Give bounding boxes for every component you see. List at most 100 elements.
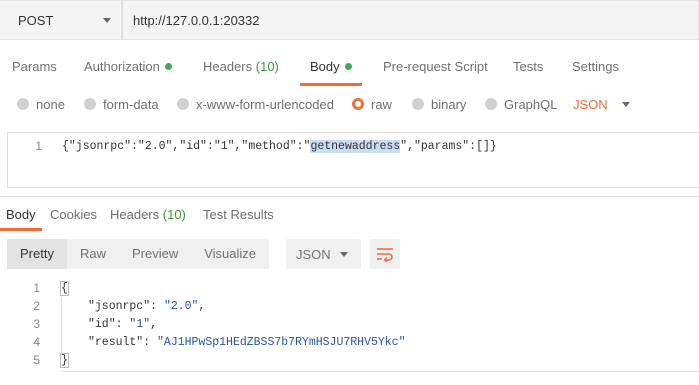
tab-authorization-label: Authorization	[84, 59, 160, 74]
response-tab-test-results[interactable]: Test Results	[203, 207, 274, 222]
url-value: http://127.0.0.1:20332	[133, 12, 260, 28]
radio-selected-icon	[352, 98, 364, 110]
body-format-select[interactable]: JSON	[573, 93, 630, 115]
chevron-down-icon	[621, 101, 630, 107]
code-text: "result": "AJ1HPwSp1HEdZBSS7b7RYmHSJU7RH…	[88, 335, 406, 349]
radio-circle-icon	[412, 98, 424, 110]
status-dot-icon	[164, 63, 172, 70]
line-number: 3	[33, 317, 40, 331]
request-body-editor[interactable]: 1 {"jsonrpc":"2.0","id":"1","method":"ge…	[7, 132, 699, 188]
chevron-down-icon	[340, 251, 348, 257]
radio-none-label: none	[36, 96, 65, 112]
radio-raw[interactable]: raw	[352, 93, 392, 115]
chevron-down-icon	[103, 17, 111, 23]
json-value: "AJ1HPwSp1HEdZBSS7b7RYmHSJU7RHV5Ykc"	[157, 335, 406, 349]
radio-form-data-label: form-data	[103, 96, 159, 112]
radio-raw-label: raw	[371, 96, 392, 112]
url-input[interactable]: http://127.0.0.1:20332	[122, 0, 699, 40]
radio-urlencoded[interactable]: x-www-form-urlencoded	[177, 93, 334, 115]
method-select[interactable]: POST	[0, 0, 122, 40]
pretty-button[interactable]: Pretty	[7, 239, 67, 269]
code-line: 1 {	[0, 279, 69, 297]
json-punct: ,	[150, 317, 158, 331]
json-value: "2.0"	[163, 299, 199, 313]
matched-brace: {	[60, 280, 69, 296]
line-number: 4	[33, 335, 40, 349]
json-value: "1"	[129, 317, 151, 331]
radio-circle-icon	[84, 98, 96, 110]
code-text: "jsonrpc": "2.0",	[88, 299, 206, 313]
wrap-lines-icon	[377, 248, 393, 262]
matched-brace: }	[60, 352, 69, 368]
response-tab-headers-label: Headers	[110, 207, 160, 222]
line-number: 2	[33, 299, 40, 313]
code-text: "id": "1",	[88, 317, 158, 331]
response-tab-headers-count: (10)	[162, 207, 186, 222]
json-key: "id"	[88, 317, 116, 331]
tab-settings[interactable]: Settings	[572, 56, 619, 86]
radio-graphql[interactable]: GraphQL	[485, 93, 557, 115]
tab-body[interactable]: Body	[300, 56, 362, 86]
code-line: 1 {"jsonrpc":"2.0","id":"1","method":"ge…	[8, 138, 497, 154]
response-format-label: JSON	[296, 246, 331, 262]
code-text: {	[60, 280, 69, 296]
body-format-label: JSON	[573, 96, 608, 112]
request-bar: POST http://127.0.0.1:20332	[0, 0, 699, 40]
radio-urlencoded-label: x-www-form-urlencoded	[196, 96, 334, 112]
tab-tests[interactable]: Tests	[513, 56, 543, 86]
tab-headers[interactable]: Headers (10)	[203, 56, 279, 86]
code-line: 2 "jsonrpc": "2.0",	[0, 297, 205, 315]
line-number: 5	[33, 353, 40, 367]
radio-circle-icon	[485, 98, 497, 110]
radio-circle-icon	[177, 98, 189, 110]
body-type-options: none form-data x-www-form-urlencoded raw…	[0, 93, 699, 115]
wrap-lines-button[interactable]	[370, 239, 400, 269]
code-text: }	[60, 352, 69, 368]
code-line: 5 }	[0, 351, 69, 369]
json-punct: ,	[198, 299, 206, 313]
method-label: POST	[18, 12, 54, 28]
response-view-modes: Pretty Raw Preview Visualize	[7, 239, 270, 269]
tab-body-label: Body	[310, 59, 340, 74]
selected-text: getnewaddress	[310, 139, 401, 153]
radio-binary[interactable]: binary	[412, 93, 466, 115]
response-tab-cookies[interactable]: Cookies	[50, 207, 97, 222]
tab-tests-label: Tests	[513, 59, 544, 74]
indent-guide	[61, 297, 62, 355]
radio-form-data[interactable]: form-data	[84, 93, 159, 115]
response-tab-cookies-label: Cookies	[50, 207, 97, 222]
preview-button[interactable]: Preview	[119, 239, 191, 269]
visualize-button[interactable]: Visualize	[191, 239, 269, 269]
tab-headers-count: (10)	[255, 59, 279, 74]
radio-binary-label: binary	[431, 96, 467, 112]
response-tab-body-label: Body	[6, 207, 36, 222]
tab-prerequest-script[interactable]: Pre-request Script	[383, 56, 488, 86]
json-key: "result"	[88, 335, 144, 349]
tab-headers-label: Headers	[203, 59, 253, 74]
code-text: {"jsonrpc":"2.0","id":"1","method":"getn…	[62, 139, 497, 153]
status-dot-icon	[344, 63, 352, 70]
tab-params-label: Params	[12, 59, 57, 74]
tab-prerequest-label: Pre-request Script	[383, 59, 488, 74]
code-segment: ","params":[]}	[400, 139, 497, 153]
code-line: 3 "id": "1",	[0, 315, 157, 333]
json-key: "jsonrpc"	[88, 299, 151, 313]
raw-button[interactable]: Raw	[67, 239, 119, 269]
divider	[62, 371, 699, 372]
response-tab-headers[interactable]: Headers (10)	[110, 207, 186, 222]
response-tabs: Body Cookies Headers (10) Test Results	[0, 196, 699, 231]
tab-params[interactable]: Params	[12, 56, 57, 86]
response-tab-test-results-label: Test Results	[203, 207, 274, 222]
tab-settings-label: Settings	[572, 59, 619, 74]
request-tabs: Params Authorization Headers (10) Body P…	[0, 56, 699, 86]
response-format-select[interactable]: JSON	[286, 239, 361, 269]
tab-authorization[interactable]: Authorization	[84, 56, 172, 86]
radio-circle-icon	[17, 98, 29, 110]
response-body-viewer[interactable]: 1 { 2 "jsonrpc": "2.0", 3 "id": "1", 4 "…	[0, 279, 699, 371]
line-number: 1	[33, 281, 40, 295]
radio-graphql-label: GraphQL	[504, 96, 558, 112]
response-tab-body[interactable]: Body	[0, 207, 42, 231]
code-segment: {"jsonrpc":"2.0","id":"1","method":"	[62, 139, 311, 153]
radio-none[interactable]: none	[17, 93, 65, 115]
line-number: 1	[35, 139, 42, 153]
